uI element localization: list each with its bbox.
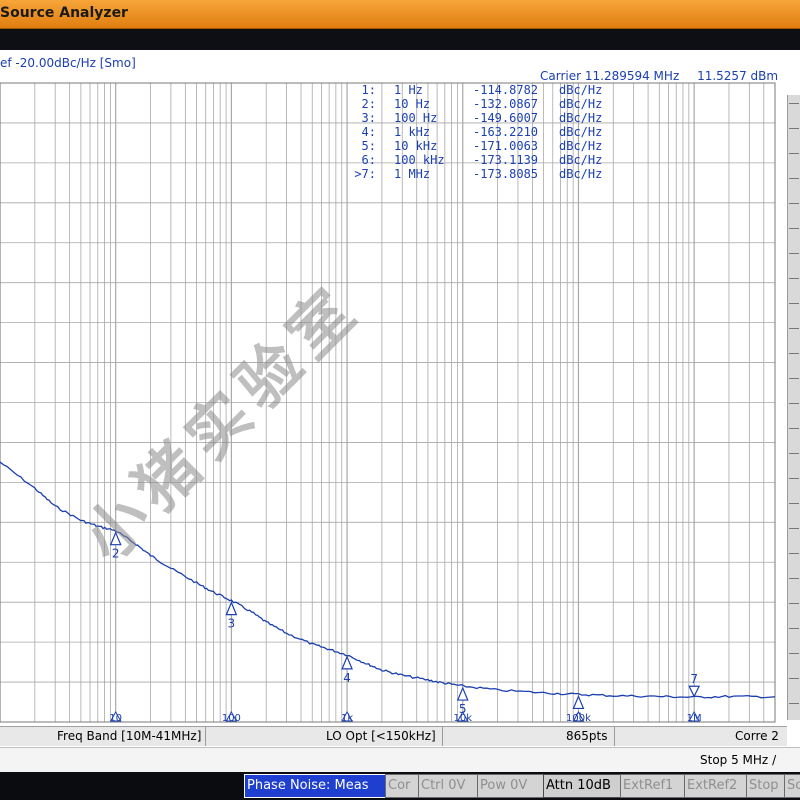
scrollbar-notch [789, 203, 799, 204]
marker-label: 3 [228, 617, 236, 631]
ctrl-button[interactable]: Ctrl 0V [418, 774, 479, 798]
scrollbar-notch [789, 328, 799, 329]
marker-triangle [109, 531, 122, 546]
stop-button[interactable]: Stop [746, 774, 786, 798]
settings-info-bar: Freq Band [10M-41MHz] LO Opt [<150kHz] 8… [0, 726, 787, 746]
marker-label: 4 [343, 671, 351, 685]
extref2-button[interactable]: ExtRef2 [684, 774, 748, 798]
marker-label: 2 [112, 547, 120, 561]
marker-triangle [341, 655, 353, 670]
scrollbar-notch [789, 578, 799, 579]
scrollbar-notch [789, 103, 799, 104]
phase-noise-meas-button[interactable]: Phase Noise: Meas [244, 774, 387, 798]
right-scrollbar[interactable] [787, 95, 800, 720]
reference-level-label: ef -20.00dBc/Hz [Smo] [0, 56, 136, 70]
cell-divider [614, 727, 615, 746]
scrollbar-notch [789, 703, 799, 704]
scrollbar-notch [789, 628, 799, 629]
scrollbar-notch [789, 603, 799, 604]
correlation-label: Corre 2 [735, 729, 779, 743]
carrier-frequency: Carrier 11.289594 MHz [540, 69, 680, 83]
cor-button[interactable]: Cor [385, 774, 420, 798]
lo-opt-label: LO Opt [<150kHz] [326, 729, 436, 743]
stop-frequency-bar: Stop 5 MHz / [0, 747, 800, 772]
marker-triangle [225, 601, 238, 616]
scrollbar-notch [789, 428, 799, 429]
stop-frequency: Stop 5 MHz / [700, 753, 776, 767]
graph-grid [0, 82, 776, 723]
scrollbar-notch [789, 653, 799, 654]
x-tick-label: 10 [109, 713, 122, 724]
scrollbar-notch [789, 303, 799, 304]
x-tick-label: 100 [222, 713, 241, 724]
scrollbar-notch [789, 478, 799, 479]
scrollbar-notch [789, 178, 799, 179]
phase-noise-graph[interactable]: 234567 101001k10k100k1M [0, 0, 800, 800]
status-bar: Phase Noise: Meas Cor Ctrl 0V Pow 0V Att… [0, 772, 800, 800]
scrollbar-notch [789, 128, 799, 129]
carrier-power: 11.5257 dBm [697, 69, 779, 83]
marker-triangle [456, 686, 469, 701]
attn-button[interactable]: Attn 10dB [543, 774, 622, 798]
scrollbar-notch [789, 528, 799, 529]
scrollbar-notch [789, 253, 799, 254]
marker-triangle [688, 685, 701, 698]
scrollbar-notch [789, 403, 799, 404]
scrollbar-notch [789, 278, 799, 279]
scrollbar-notch [789, 453, 799, 454]
scrollbar-notch [789, 678, 799, 679]
x-tick-label: 1M [687, 713, 702, 724]
sc-button[interactable]: Sc [784, 774, 800, 798]
scrollbar-notch [789, 553, 799, 554]
freq-band-label: Freq Band [10M-41MHz] [57, 729, 202, 743]
pow-button[interactable]: Pow 0V [477, 774, 545, 798]
x-tick-label: 10k [453, 713, 472, 724]
marker-triangle [572, 694, 585, 710]
cell-divider [205, 727, 206, 746]
points-label: 865pts [566, 729, 608, 743]
scrollbar-notch [789, 228, 799, 229]
scrollbar-notch [789, 378, 799, 379]
cell-divider [442, 727, 443, 746]
stop-frequency-label: Stop 5 MHz [700, 753, 769, 767]
scrollbar-notch [789, 503, 799, 504]
stop-suffix: / [772, 753, 777, 767]
carrier-readout: Carrier 11.289594 MHz 11.5257 dBm [540, 69, 778, 83]
scrollbar-notch [789, 153, 799, 154]
x-tick-label: 100k [566, 713, 591, 724]
extref1-button[interactable]: ExtRef1 [620, 774, 686, 798]
x-tick-label: 1k [341, 713, 353, 724]
scrollbar-notch [789, 353, 799, 354]
marker-label: 7 [690, 672, 698, 686]
